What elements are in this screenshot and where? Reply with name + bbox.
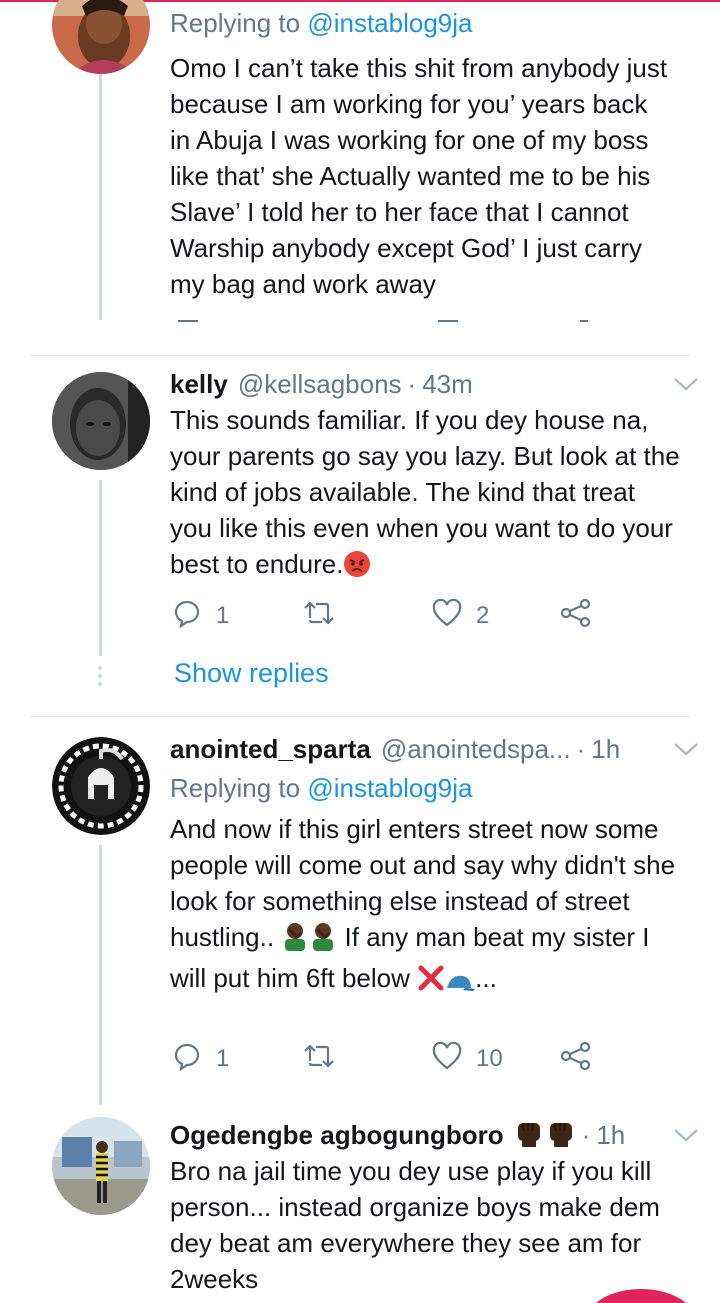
cross-mark-icon [417, 964, 445, 1001]
tweet-text: Omo I can’t take this shit from anybody … [170, 53, 668, 299]
tweet-header: Ogedengbe agbogungboro · 1h [170, 1115, 700, 1155]
retweet-button[interactable] [302, 1039, 336, 1079]
thread-dots [98, 666, 102, 690]
tweet-actions: 1 10 [172, 1039, 612, 1079]
show-replies-link[interactable]: Show replies [174, 658, 329, 689]
user-handle[interactable]: @anointedspa... [381, 734, 571, 765]
tweet-2[interactable]: kelly @kellsagbons · 43m This sounds fam… [0, 356, 720, 716]
retweet-icon [302, 1043, 336, 1076]
user-handle[interactable]: @kellsagbons [238, 369, 402, 400]
reply-icon [172, 1041, 202, 1078]
raised-fist-icon [546, 1117, 576, 1154]
like-icon [432, 598, 462, 634]
timestamp[interactable]: 1h [591, 734, 620, 765]
reply-count: 1 [216, 602, 230, 629]
mention-link[interactable]: @instablog9ja [307, 8, 472, 38]
tweet-text: Bro na jail time you dey use play if you… [170, 1156, 660, 1294]
facepalm-icon [309, 921, 337, 960]
replying-to-label: Replying to [170, 8, 308, 38]
timestamp[interactable]: 1h [596, 1120, 625, 1151]
separator: · [407, 368, 417, 399]
tweet-3[interactable]: anointed_sparta @anointedspa... · 1h Rep… [0, 717, 720, 1105]
share-button[interactable] [560, 596, 592, 636]
tweet-header: kelly @kellsagbons · 43m [170, 364, 700, 404]
reply-icon [172, 598, 202, 635]
like-count: 2 [476, 602, 490, 629]
chevron-down-icon[interactable] [672, 370, 700, 398]
facepalm-icon [281, 921, 309, 960]
display-name[interactable]: kelly [170, 369, 228, 400]
chevron-down-icon[interactable] [672, 735, 700, 763]
separator: · [581, 1119, 591, 1150]
raised-fist-icon [514, 1117, 544, 1154]
like-icon [432, 1041, 462, 1077]
replying-to: Replying to @instablog9ja [170, 8, 472, 39]
cap-icon [445, 965, 476, 1001]
like-count: 10 [476, 1045, 503, 1072]
like-button[interactable]: 2 [432, 596, 489, 636]
share-button[interactable] [560, 1039, 592, 1079]
tweet-text: This sounds familiar. If you dey house n… [170, 402, 680, 587]
share-icon [560, 598, 592, 635]
avatar[interactable] [52, 737, 150, 835]
avatar[interactable] [52, 1117, 150, 1215]
share-icon [560, 1041, 592, 1078]
tweet-1[interactable]: Replying to @instablog9ja Omo I can’t ta… [0, 0, 720, 355]
mention-link[interactable]: @instablog9ja [307, 773, 472, 803]
angry-face-icon [343, 550, 371, 587]
retweet-icon [302, 600, 336, 633]
retweet-button[interactable] [302, 596, 336, 636]
replying-to-label: Replying to [170, 773, 308, 803]
tweet-text: And now if this girl enters street now s… [170, 811, 680, 1001]
display-name[interactable]: anointed_sparta [170, 734, 371, 765]
display-name[interactable]: Ogedengbe agbogungboro [170, 1120, 504, 1151]
reply-button[interactable]: 1 [172, 1039, 229, 1079]
thread-line [99, 480, 102, 656]
reply-count: 1 [216, 1045, 230, 1072]
replying-to: Replying to @instablog9ja [170, 773, 472, 804]
tweet-4[interactable]: Ogedengbe agbogungboro · 1h Bro na jail … [0, 1105, 720, 1303]
like-button[interactable]: 10 [432, 1039, 503, 1079]
tweet-header: anointed_sparta @anointedspa... · 1h [170, 729, 700, 769]
cropped-action-row [178, 318, 598, 324]
reply-button[interactable]: 1 [172, 596, 229, 636]
timestamp[interactable]: 43m [422, 369, 473, 400]
separator: · [576, 733, 586, 764]
chevron-down-icon[interactable] [672, 1121, 700, 1149]
tweet-actions: 1 2 [172, 596, 612, 636]
thread-line [99, 845, 102, 1105]
avatar[interactable] [52, 0, 150, 74]
avatar[interactable] [52, 372, 150, 470]
thread-line [99, 70, 102, 320]
